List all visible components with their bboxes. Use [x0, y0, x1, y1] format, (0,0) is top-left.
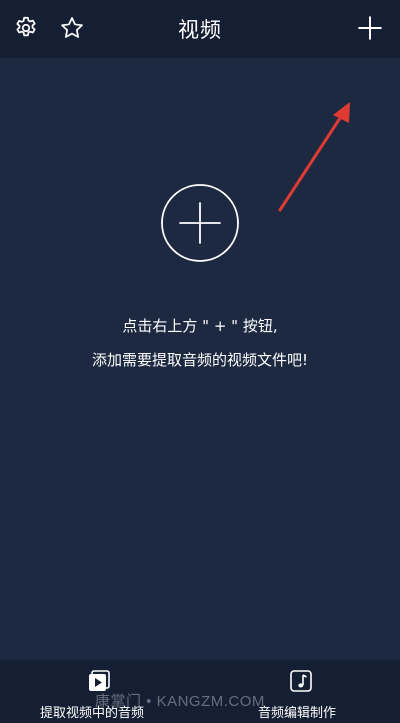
tab-audio-edit-label: 音频编辑制作 — [258, 706, 337, 721]
empty-state: 点击右上方 " + " 按钮, 添加需要提取音频的视频文件吧! — [0, 58, 400, 660]
plus-icon — [358, 16, 382, 40]
hint-line-2: 添加需要提取音频的视频文件吧! — [91, 351, 308, 369]
tab-audio-edit[interactable]: 音频编辑制作 — [250, 660, 360, 723]
annotation-arrow — [278, 102, 350, 212]
page-title: 视频 — [178, 18, 222, 42]
hint-line-1: 点击右上方 " + " 按钮, — [122, 317, 278, 335]
add-video-circle-button[interactable] — [160, 183, 240, 263]
music-note-icon — [290, 670, 312, 692]
video-play-icon — [89, 670, 110, 691]
top-bar: 视频 — [0, 0, 400, 58]
add-video-button[interactable] — [352, 10, 388, 46]
circle-plus-icon — [161, 184, 239, 262]
tab-extract-audio-label: 提取视频中的音频 — [40, 706, 145, 721]
tab-extract-audio[interactable]: 提取视频中的音频 — [30, 660, 170, 723]
bottom-tab-bar: 提取视频中的音频 音频编辑制作 — [0, 660, 400, 723]
